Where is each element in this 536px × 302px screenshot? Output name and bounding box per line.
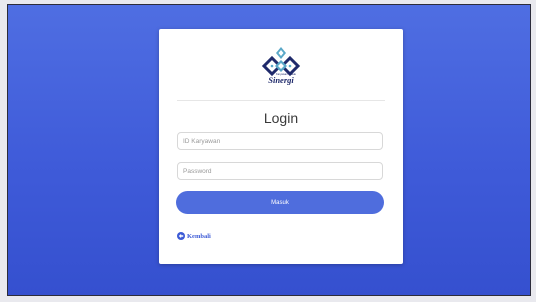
password-input[interactable]	[177, 162, 383, 180]
login-title: Login	[263, 110, 299, 126]
back-link[interactable]: Kembali	[177, 232, 211, 240]
employee-id-input[interactable]	[177, 132, 383, 150]
logo-wordmark: Sinergi	[268, 75, 294, 85]
header-divider	[177, 100, 385, 101]
login-screen: Karyawan Masak Sinergi Login Masuk Kemba…	[7, 4, 531, 296]
back-link-label: Kembali	[187, 232, 211, 240]
login-card: Karyawan Masak Sinergi Login Masuk Kemba…	[159, 29, 403, 264]
arrow-circle-left-icon	[177, 232, 185, 240]
submit-login-button[interactable]: Masuk	[176, 191, 384, 214]
sinergi-logo: Karyawan Masak Sinergi	[261, 47, 301, 85]
